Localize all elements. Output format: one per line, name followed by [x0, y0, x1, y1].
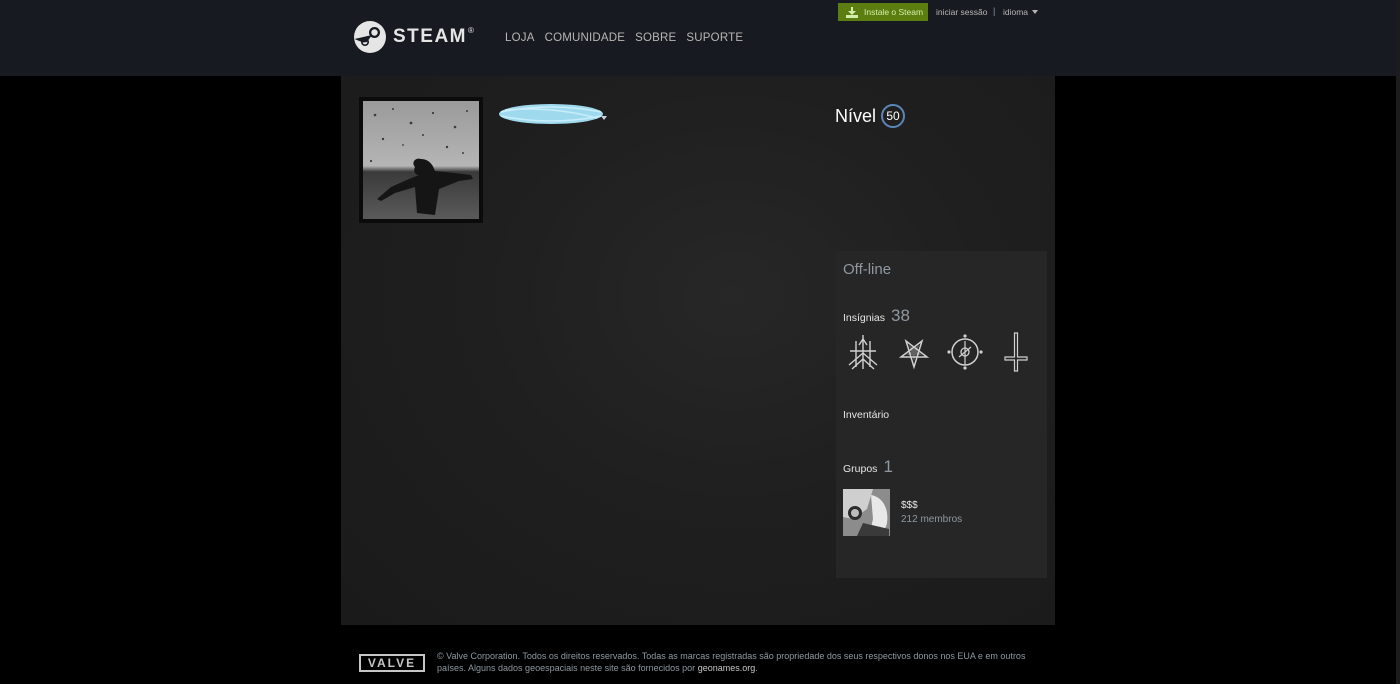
language-label: idioma	[1003, 7, 1029, 17]
install-steam-button[interactable]: Instale o Steam	[838, 3, 928, 21]
chevron-down-icon	[1032, 10, 1039, 14]
valve-logo[interactable]: VALVE	[359, 654, 425, 672]
geonames-link[interactable]: geonames.org	[698, 663, 756, 673]
steam-logo[interactable]: STEAM®	[353, 20, 475, 54]
inventory-section-title[interactable]: Inventário	[843, 409, 889, 421]
profile-level: Nível 50	[835, 104, 906, 128]
badges-list	[844, 331, 1048, 373]
inventory-label: Inventário	[843, 409, 890, 421]
badges-count: 38	[891, 306, 910, 325]
level-label: Nível	[835, 105, 877, 126]
inverted-cross-badge-icon[interactable]	[997, 331, 1035, 373]
group-avatar[interactable]	[843, 489, 890, 536]
header-separator: |	[993, 6, 996, 16]
profile-sidebar: Off-line Insígnias 38 Inventário Grupos …	[836, 251, 1047, 578]
login-link[interactable]: iniciar sessão	[936, 7, 988, 17]
pentagram-badge-icon[interactable]	[895, 331, 933, 373]
steam-brand-text: STEAM®	[393, 26, 476, 47]
groups-count: 1	[883, 457, 893, 476]
scrollbar[interactable]	[1396, 0, 1400, 684]
redacted-name-scribble[interactable]	[497, 102, 605, 126]
badges-section-title[interactable]: Insígnias 38	[843, 306, 910, 326]
group-member-count: 212 membros	[901, 514, 963, 525]
legal-text: © Valve Corporation. Todos os direitos r…	[437, 651, 1047, 674]
nav-community[interactable]: COMUNIDADE	[545, 32, 626, 44]
badges-label: Insígnias	[843, 312, 886, 324]
download-icon	[846, 6, 858, 18]
language-dropdown[interactable]: idioma	[1003, 7, 1039, 17]
nav-about[interactable]: SOBRE	[635, 32, 676, 44]
group-name[interactable]: $$$	[901, 500, 962, 511]
install-steam-label: Instale o Steam	[864, 7, 924, 17]
legal-end: .	[755, 662, 758, 673]
nav-support[interactable]: SUPORTE	[686, 32, 743, 44]
sigil-badge-icon[interactable]	[844, 331, 882, 373]
profile-name-dropdown-caret[interactable]	[601, 116, 607, 120]
main-nav: LOJA COMUNIDADE SOBRE SUPORTE	[505, 32, 753, 44]
profile-page: Nível 50 Off-line Insígnias 38 Inventári…	[341, 76, 1055, 625]
groups-label: Grupos	[843, 463, 878, 475]
groups-section-title[interactable]: Grupos 1	[843, 457, 893, 477]
occult-circle-badge-icon[interactable]	[946, 331, 984, 373]
global-header: STEAM® LOJA COMUNIDADE SOBRE SUPORTE Ins…	[0, 0, 1400, 76]
avatar-frame	[359, 97, 483, 223]
level-badge[interactable]: 50	[881, 104, 906, 128]
avatar[interactable]	[363, 101, 479, 219]
group-item[interactable]: $$$ 212 membros	[843, 489, 962, 536]
online-status: Off-line	[843, 261, 892, 278]
steam-logo-icon	[354, 21, 386, 53]
nav-store[interactable]: LOJA	[505, 32, 535, 44]
